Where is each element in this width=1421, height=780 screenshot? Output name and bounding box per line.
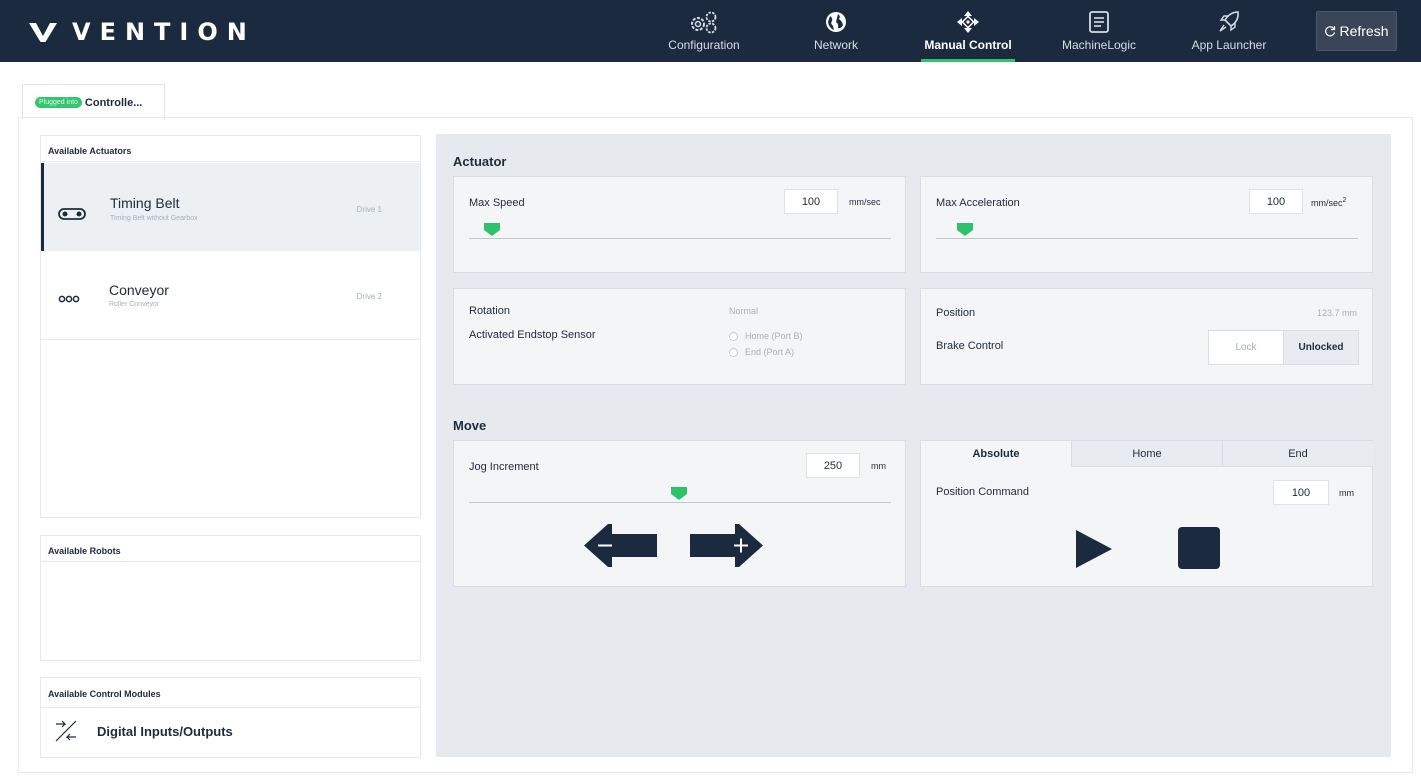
actuator-timing-belt[interactable]: Timing Belt Timing Belt without Gearbox … xyxy=(41,163,420,251)
io-arrows-icon xyxy=(55,720,77,742)
position-command-label: Position Command xyxy=(936,486,1029,498)
refresh-label: Refresh xyxy=(1339,23,1389,39)
refresh-icon xyxy=(1325,26,1336,37)
jog-card: Jog Increment 250 mm xyxy=(453,440,906,587)
max-acceleration-unit: mm/sec2 xyxy=(1311,197,1346,208)
max-acceleration-label: Max Acceleration xyxy=(936,197,1020,209)
jog-slider-thumb[interactable] xyxy=(671,487,687,500)
position-brake-card: Position 123.7 mm Brake Control Lock Unl… xyxy=(920,288,1373,385)
robots-header: Available Robots xyxy=(41,536,420,562)
acceleration-unit-exponent: 2 xyxy=(1342,197,1347,204)
endstop-option-end: End (Port A) xyxy=(729,347,794,357)
position-command-card: Absolute Home End Position Command 100 m… xyxy=(920,440,1373,587)
nav-label: Configuration xyxy=(668,38,740,52)
nav-label: App Launcher xyxy=(1191,38,1267,52)
control-modules-panel: Available Control Modules Digital Inputs… xyxy=(40,677,421,758)
actuator-subtitle: Roller Conveyor xyxy=(109,301,160,308)
position-value: 123.7 mm xyxy=(1316,308,1357,318)
move-arrows-icon xyxy=(921,8,1015,36)
jog-plus-button[interactable] xyxy=(689,524,763,567)
control-modules-header: Available Control Modules xyxy=(41,678,420,708)
vention-v-icon xyxy=(29,23,57,42)
jog-increment-input[interactable]: 250 xyxy=(806,453,860,478)
actuator-drive: Drive 1 xyxy=(356,205,382,214)
position-label: Position xyxy=(936,307,976,319)
position-command-unit: mm xyxy=(1339,488,1354,498)
brake-lock-button[interactable]: Lock xyxy=(1209,331,1283,364)
nav-label: Manual Control xyxy=(924,38,1012,52)
acceleration-unit-text: mm/sec xyxy=(1311,198,1343,208)
endstop-option-label: Home (Port B) xyxy=(745,331,803,341)
rotation-card: Rotation Normal Activated Endstop Sensor… xyxy=(453,288,906,385)
max-speed-label: Max Speed xyxy=(469,197,525,209)
nav-configuration[interactable]: Configuration xyxy=(663,8,745,62)
robots-panel: Available Robots xyxy=(40,535,421,661)
position-command-input[interactable]: 100 xyxy=(1273,480,1329,505)
module-label: Digital Inputs/Outputs xyxy=(97,723,233,739)
nav-network[interactable]: Network xyxy=(806,8,866,62)
endstop-option-label: End (Port A) xyxy=(745,347,795,357)
actuator-section-title: Actuator xyxy=(453,154,507,169)
tab-home[interactable]: Home xyxy=(1071,441,1222,467)
actuators-panel: Available Actuators Timing Belt Timing B… xyxy=(40,135,421,518)
rotation-label: Rotation xyxy=(469,305,510,317)
controller-tab-label: Controlle... xyxy=(84,96,143,109)
rotation-value: Normal xyxy=(729,306,759,316)
max-speed-slider-track[interactable] xyxy=(469,238,891,239)
max-speed-unit: mm/sec xyxy=(849,197,881,207)
refresh-button[interactable]: Refresh xyxy=(1316,11,1397,51)
actuator-conveyor[interactable]: Conveyor Roller Conveyor Drive 2 xyxy=(41,252,420,340)
max-acceleration-slider-thumb[interactable] xyxy=(957,223,973,236)
max-speed-card: Max Speed 100 mm/sec xyxy=(453,176,906,273)
module-digital-io[interactable]: Digital Inputs/Outputs xyxy=(53,718,233,744)
endstop-option-home: Home (Port B) xyxy=(729,331,803,341)
max-acceleration-card: Max Acceleration 100 mm/sec2 xyxy=(920,176,1373,273)
brand-name: VENTION xyxy=(72,18,256,46)
endstop-label: Activated Endstop Sensor xyxy=(469,329,596,341)
max-acceleration-slider-track[interactable] xyxy=(936,238,1358,239)
actuator-title: Timing Belt xyxy=(110,195,180,211)
nav-label: MachineLogic xyxy=(1061,38,1137,52)
globe-icon xyxy=(806,8,866,36)
move-mode-tabs: Absolute Home End xyxy=(921,441,1373,467)
conveyor-icon xyxy=(58,295,80,303)
jog-increment-label: Jog Increment xyxy=(469,461,539,473)
top-navigation-bar: VENTION Configuration Network Manual Con… xyxy=(0,0,1421,62)
vention-logo: VENTION xyxy=(28,18,256,46)
actuator-drive: Drive 2 xyxy=(356,292,382,301)
brake-control-toggle: Lock Unlocked xyxy=(1208,330,1359,365)
program-list-icon xyxy=(1058,8,1140,36)
actuators-header: Available Actuators xyxy=(41,136,420,162)
tab-end[interactable]: End xyxy=(1222,441,1373,467)
gears-icon xyxy=(663,8,745,36)
brake-control-label: Brake Control xyxy=(936,340,1004,352)
timing-belt-icon xyxy=(58,208,86,220)
actuator-title: Conveyor xyxy=(109,282,169,298)
rocket-icon xyxy=(1187,8,1271,36)
radio-indicator xyxy=(729,347,738,357)
tab-absolute[interactable]: Absolute xyxy=(921,441,1071,467)
plugged-in-badge: Plugged into xyxy=(35,97,82,108)
brake-unlocked-button[interactable]: Unlocked xyxy=(1283,331,1358,364)
actuator-subtitle: Timing Belt without Gearbox xyxy=(110,215,198,222)
max-acceleration-input[interactable]: 100 xyxy=(1249,189,1303,214)
move-section-title: Move xyxy=(453,418,487,433)
stop-button[interactable] xyxy=(1178,527,1220,569)
controller-tab[interactable]: Plugged into Controlle... xyxy=(22,84,165,120)
max-speed-slider-thumb[interactable] xyxy=(484,223,500,236)
nav-app-launcher[interactable]: App Launcher xyxy=(1187,8,1271,62)
jog-minus-button[interactable] xyxy=(584,524,658,567)
manual-control-panel: Actuator Max Speed 100 mm/sec Max Accele… xyxy=(436,134,1391,757)
nav-manual-control[interactable]: Manual Control xyxy=(921,8,1015,62)
radio-indicator xyxy=(729,331,738,341)
jog-increment-unit: mm xyxy=(871,461,886,471)
nav-label: Network xyxy=(813,38,858,52)
nav-machinelogic[interactable]: MachineLogic xyxy=(1058,8,1140,62)
max-speed-input[interactable]: 100 xyxy=(784,189,838,214)
play-button[interactable] xyxy=(1075,529,1113,569)
jog-slider-track[interactable] xyxy=(469,502,891,503)
